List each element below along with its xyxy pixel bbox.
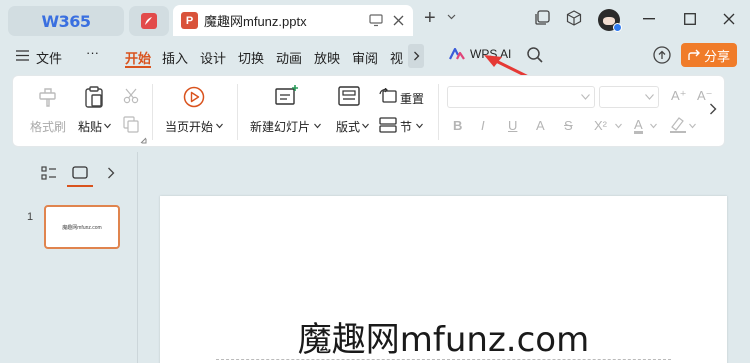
ribbon-separator — [438, 84, 439, 140]
chevron-right-icon[interactable] — [107, 167, 115, 179]
chevron-down-icon[interactable] — [362, 123, 369, 129]
font-family-select[interactable] — [447, 86, 595, 108]
chevron-down-icon[interactable] — [314, 123, 321, 129]
hamburger-menu-icon[interactable] — [16, 50, 29, 61]
format-painter-icon[interactable] — [38, 86, 58, 108]
document-tab[interactable]: P 魔趣网mfunz.pptx — [173, 5, 413, 36]
share-icon — [688, 49, 700, 60]
title-bar: W365 P 魔趣网mfunz.pptx + — [0, 0, 750, 40]
bold-icon[interactable]: B — [453, 118, 462, 133]
section-icon[interactable] — [379, 117, 397, 133]
menu-insert[interactable]: 插入 — [162, 48, 188, 67]
layout-label[interactable]: 版式 — [336, 118, 360, 135]
subtitle-placeholder[interactable] — [216, 359, 671, 360]
slide-view-icon[interactable] — [72, 166, 88, 179]
italic-icon[interactable]: I — [481, 118, 485, 133]
chevron-down-icon — [581, 94, 590, 100]
new-slide-icon[interactable] — [275, 84, 299, 108]
cube-icon[interactable] — [566, 10, 582, 26]
active-tab-indicator — [125, 66, 151, 68]
slide-thumbnail-text: 魔趣网mfunz.com — [62, 224, 102, 231]
shadow-text-icon[interactable]: S — [564, 118, 573, 133]
font-size-select[interactable] — [599, 86, 659, 108]
ppt-file-icon: P — [181, 12, 198, 29]
avatar-status-badge — [613, 23, 622, 32]
menu-bar: 文件 ··· 开始 插入 设计 切换 动画 放映 审阅 视 — [0, 40, 750, 72]
menu-transition[interactable]: 切换 — [238, 48, 264, 67]
chevron-down-icon[interactable] — [416, 123, 423, 129]
copy-icon[interactable] — [123, 116, 139, 133]
superscript-icon[interactable]: X² — [594, 118, 607, 133]
cut-icon[interactable] — [123, 88, 139, 104]
brand-logo: W365 — [41, 11, 91, 31]
menu-home[interactable]: 开始 — [125, 48, 151, 67]
start-from-current-label[interactable]: 当页开始 — [165, 118, 213, 135]
new-slide-label[interactable]: 新建幻灯片 — [250, 118, 310, 135]
slide-canvas[interactable]: 魔趣网mfunz.com — [160, 196, 727, 363]
chevron-right-icon — [413, 51, 419, 61]
chevron-down-icon[interactable] — [216, 123, 223, 129]
layout-icon[interactable] — [338, 86, 360, 106]
wps-ai-icon — [449, 48, 465, 60]
panel-active-indicator — [67, 185, 93, 187]
menu-design[interactable]: 设计 — [200, 48, 226, 67]
menu-more[interactable]: ··· — [86, 45, 99, 60]
chevron-right-icon[interactable] — [709, 103, 717, 115]
highlight-icon[interactable] — [669, 116, 687, 133]
cloud-upload-icon[interactable] — [652, 46, 672, 64]
section-label[interactable]: 节 — [400, 118, 412, 135]
clipboard-expand-icon[interactable] — [140, 137, 147, 144]
chevron-down-icon[interactable] — [447, 12, 456, 21]
chevron-down-icon — [645, 94, 654, 100]
paste-label[interactable]: 粘贴 — [78, 118, 102, 135]
brand-tab[interactable]: W365 — [8, 6, 124, 36]
slide-thumbnail[interactable]: 魔趣网mfunz.com — [44, 205, 120, 249]
pdf-icon — [141, 13, 157, 29]
pdf-tab[interactable] — [129, 6, 169, 36]
decrease-font-icon[interactable]: A⁻ — [697, 88, 713, 104]
increase-font-icon[interactable]: A⁺ — [671, 88, 687, 104]
minimize-icon[interactable] — [643, 18, 655, 20]
chevron-down-icon[interactable] — [104, 123, 111, 129]
menu-animation[interactable]: 动画 — [276, 48, 302, 67]
menu-review[interactable]: 审阅 — [352, 48, 378, 67]
menu-slideshow[interactable]: 放映 — [314, 48, 340, 67]
outline-view-icon[interactable] — [41, 166, 57, 180]
workspace-icon[interactable] — [535, 10, 550, 25]
window-mode-icon[interactable] — [369, 14, 383, 27]
slide-number: 1 — [27, 211, 34, 223]
document-tab-title: 魔趣网mfunz.pptx — [204, 14, 307, 29]
strikethrough-icon[interactable]: A — [536, 118, 545, 133]
close-tab-icon[interactable] — [393, 15, 404, 26]
paste-icon[interactable] — [84, 86, 104, 108]
ribbon-separator — [237, 84, 238, 140]
underline-icon[interactable]: U — [508, 118, 517, 133]
play-from-current-icon[interactable] — [183, 86, 205, 108]
panel-divider[interactable] — [137, 152, 138, 363]
reset-icon[interactable] — [379, 88, 397, 104]
slide-title[interactable]: 魔趣网mfunz.com — [160, 312, 727, 361]
share-button[interactable]: 分享 — [681, 43, 737, 67]
format-painter-label[interactable]: 格式刷 — [30, 118, 66, 135]
reset-label[interactable]: 重置 — [400, 90, 424, 107]
menu-view[interactable]: 视 — [390, 48, 403, 67]
chevron-down-icon[interactable] — [615, 123, 622, 129]
font-color-icon[interactable]: A — [634, 118, 643, 134]
chevron-down-icon[interactable] — [650, 123, 657, 129]
menu-scroll-right-button[interactable] — [408, 44, 424, 68]
menu-file[interactable]: 文件 — [36, 48, 62, 67]
share-label: 分享 — [703, 48, 730, 64]
maximize-icon[interactable] — [684, 13, 696, 25]
new-tab-button[interactable]: + — [424, 8, 436, 28]
chevron-down-icon[interactable] — [689, 123, 696, 129]
ribbon-separator — [152, 84, 153, 140]
close-window-icon[interactable] — [723, 13, 735, 25]
ribbon-toolbar: 格式刷 粘贴 当页开始 新建幻灯片 版式 重置 节 A⁺ A⁻ B I U A … — [12, 75, 725, 147]
